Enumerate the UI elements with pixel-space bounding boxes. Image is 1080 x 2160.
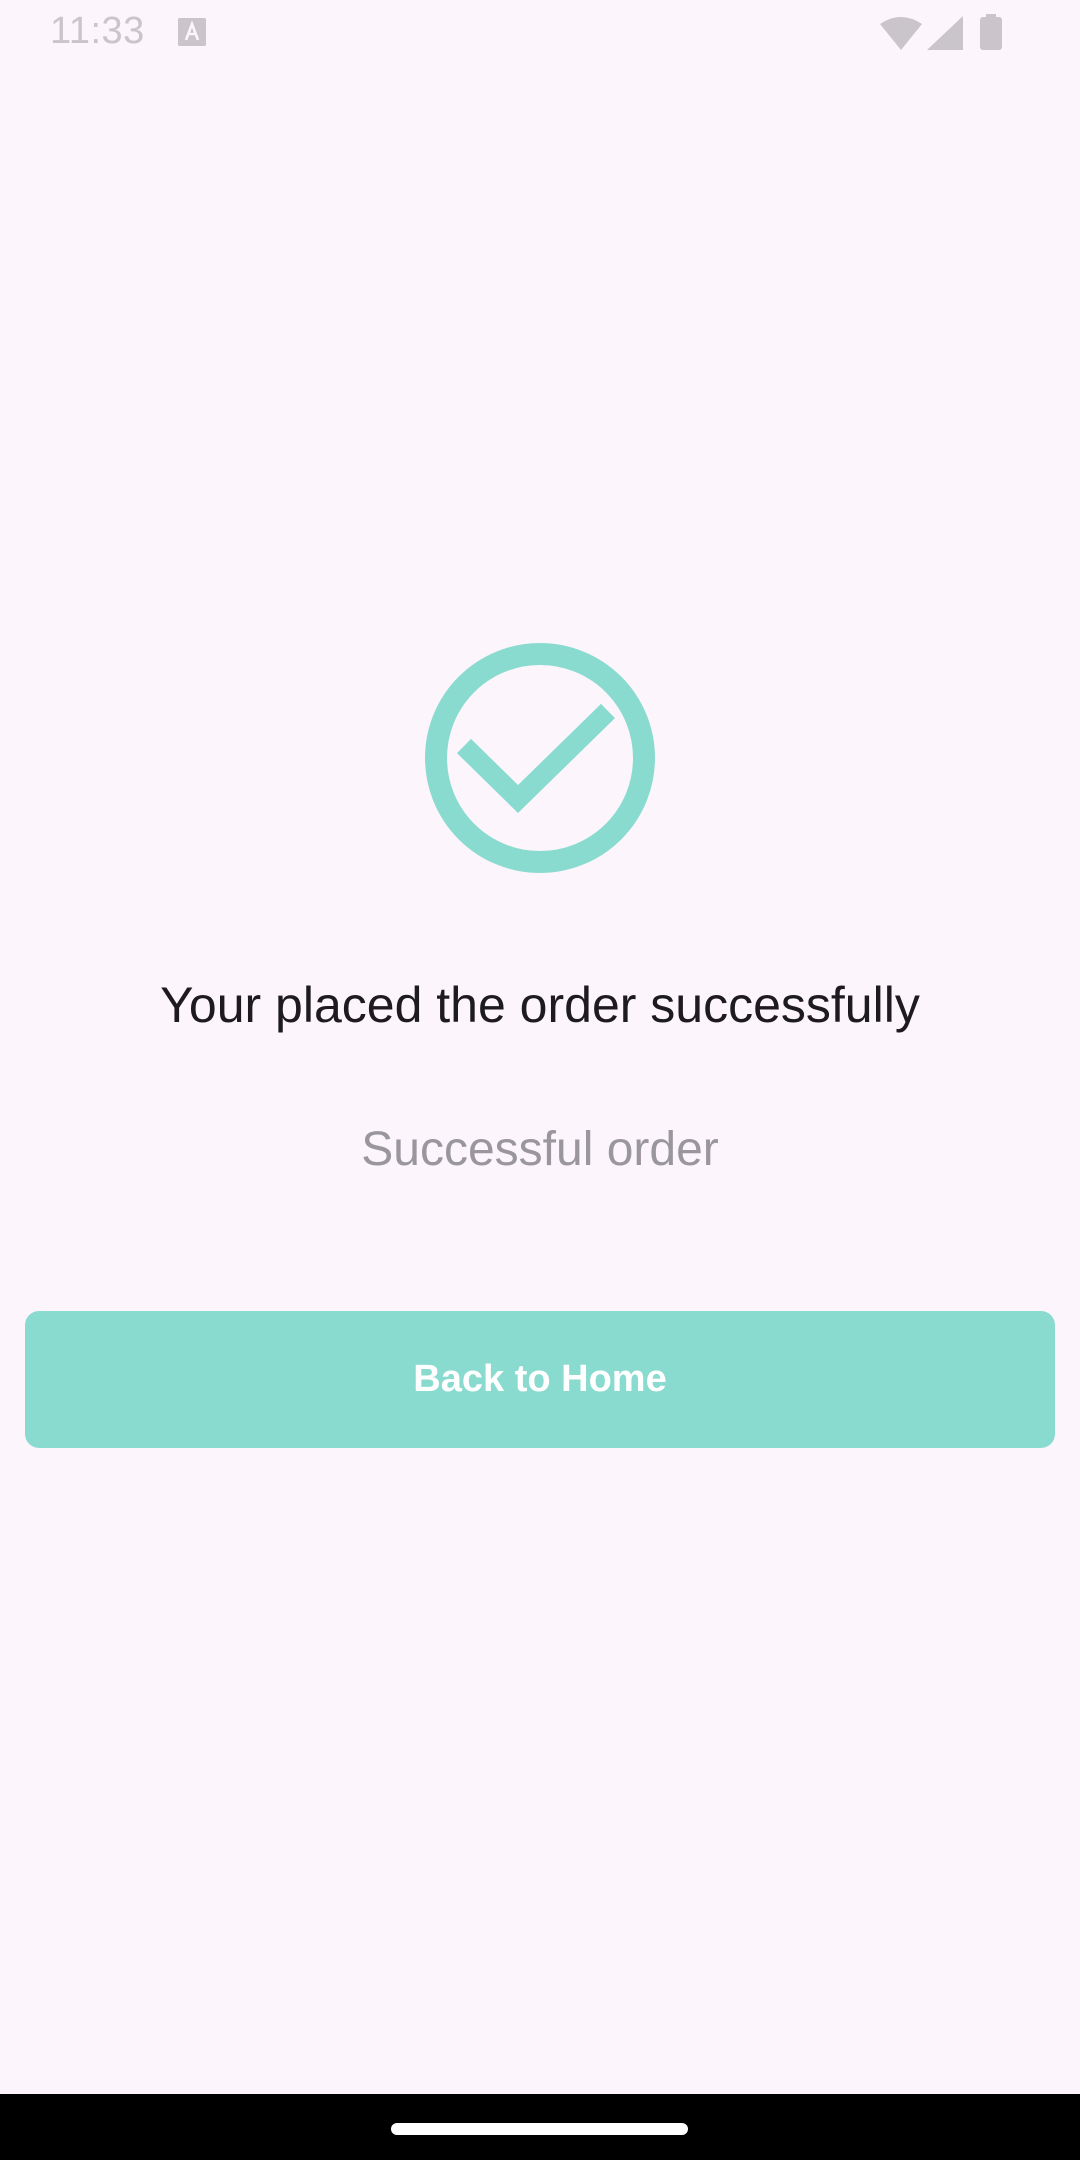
status-bar: 11:33 [0,0,1080,66]
gesture-handle[interactable] [391,2123,688,2135]
back-to-home-label: Back to Home [413,1358,667,1400]
back-to-home-button[interactable]: Back to Home [25,1311,1055,1448]
success-title: Your placed the order successfully [160,977,920,1033]
wifi-icon [880,17,922,50]
battery-icon [980,14,1002,50]
text-format-icon [178,18,206,46]
check-circle-icon [425,643,655,873]
success-subtitle: Successful order [361,1123,719,1176]
status-time: 11:33 [50,10,145,52]
cellular-signal-icon [927,16,963,50]
